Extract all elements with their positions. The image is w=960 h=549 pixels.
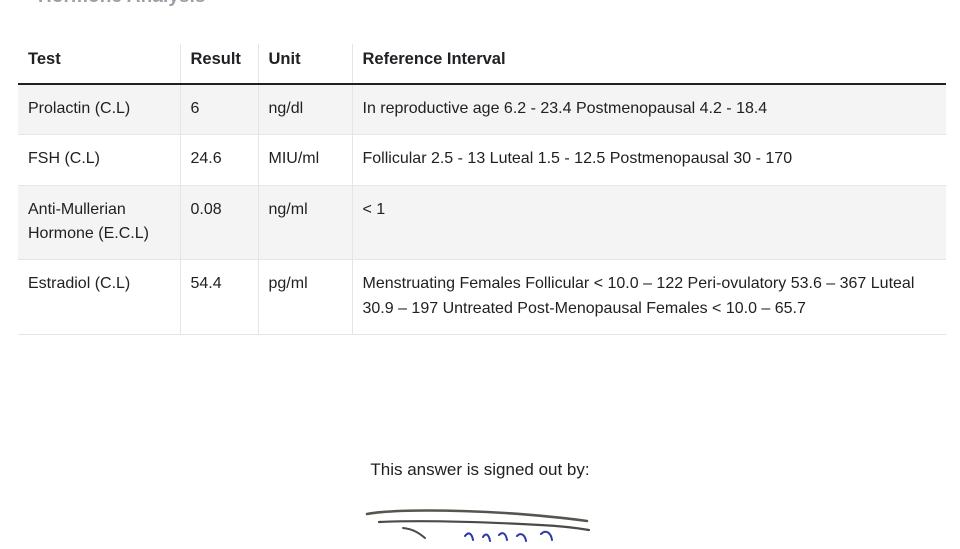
cell-reference: Follicular 2.5 - 13 Luteal 1.5 - 12.5 Po… — [352, 134, 946, 186]
cell-reference: < 1 — [352, 185, 946, 261]
table-header: Test Result Unit Reference Interval — [18, 44, 946, 85]
cell-result: 24.6 — [180, 134, 259, 186]
cell-result: 6 — [180, 84, 259, 136]
cell-result: 54.4 — [180, 259, 259, 335]
handwritten-signature-icon — [365, 504, 595, 544]
signature-block: This answer is signed out by: — [0, 460, 960, 549]
cell-unit: pg/ml — [258, 259, 353, 335]
column-header-unit: Unit — [258, 44, 353, 85]
table-row: FSH (C.L) 24.6 MIU/ml Follicular 2.5 - 1… — [18, 134, 946, 186]
page-title: Hormone Analysis — [38, 0, 206, 8]
cell-reference: In reproductive age 6.2 - 23.4 Postmenop… — [352, 84, 946, 136]
column-header-reference: Reference Interval — [352, 44, 946, 85]
cell-result: 0.08 — [180, 185, 259, 261]
cell-test: FSH (C.L) — [18, 134, 181, 186]
cell-test: Prolactin (C.L) — [18, 84, 181, 136]
cell-reference: Menstruating Females Follicular < 10.0 –… — [352, 259, 946, 335]
cell-unit: MIU/ml — [258, 134, 353, 186]
table-row: Estradiol (C.L) 54.4 pg/ml Menstruating … — [18, 259, 946, 335]
table-header-row: Test Result Unit Reference Interval — [18, 44, 946, 85]
cell-test: Estradiol (C.L) — [18, 259, 181, 335]
column-header-result: Result — [180, 44, 259, 85]
signed-out-by-label: This answer is signed out by: — [370, 460, 590, 479]
cell-test: Anti-Mullerian Hormone (E.C.L) — [18, 185, 181, 261]
cell-unit: ng/ml — [258, 185, 353, 261]
table-row: Anti-Mullerian Hormone (E.C.L) 0.08 ng/m… — [18, 185, 946, 261]
table-body: Prolactin (C.L) 6 ng/dl In reproductive … — [18, 84, 946, 335]
column-header-test: Test — [18, 44, 181, 85]
table-row: Prolactin (C.L) 6 ng/dl In reproductive … — [18, 84, 946, 136]
cell-unit: ng/dl — [258, 84, 353, 136]
hormone-analysis-table: Test Result Unit Reference Interval Prol… — [18, 44, 946, 335]
hormone-analysis-table-container: Test Result Unit Reference Interval Prol… — [18, 44, 946, 335]
